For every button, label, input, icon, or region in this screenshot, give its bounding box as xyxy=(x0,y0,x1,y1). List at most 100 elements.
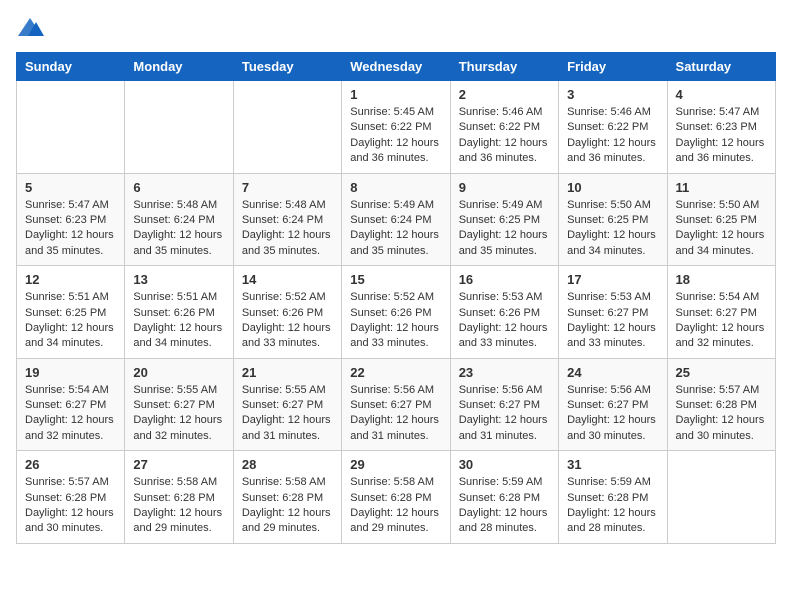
day-number: 22 xyxy=(350,365,441,380)
day-info: Sunrise: 5:51 AMSunset: 6:25 PMDaylight:… xyxy=(25,290,116,352)
day-info: Sunrise: 5:48 AMSunset: 6:24 PMDaylight:… xyxy=(242,198,333,260)
logo-icon xyxy=(16,16,44,40)
day-info: Sunrise: 5:46 AMSunset: 6:22 PMDaylight:… xyxy=(567,105,658,167)
day-number: 9 xyxy=(459,180,550,195)
day-number: 30 xyxy=(459,457,550,472)
day-info: Sunrise: 5:53 AMSunset: 6:26 PMDaylight:… xyxy=(459,290,550,352)
day-number: 6 xyxy=(133,180,224,195)
calendar-cell: 4 Sunrise: 5:47 AMSunset: 6:23 PMDaylight… xyxy=(667,81,775,174)
day-number: 31 xyxy=(567,457,658,472)
week-row-1: 1 Sunrise: 5:45 AMSunset: 6:22 PMDaylight… xyxy=(17,81,776,174)
day-info: Sunrise: 5:58 AMSunset: 6:28 PMDaylight:… xyxy=(133,475,224,537)
day-number: 12 xyxy=(25,272,116,287)
calendar-cell: 9 Sunrise: 5:49 AMSunset: 6:25 PMDaylight… xyxy=(450,173,558,266)
calendar-cell: 7 Sunrise: 5:48 AMSunset: 6:24 PMDaylight… xyxy=(233,173,341,266)
day-info: Sunrise: 5:51 AMSunset: 6:26 PMDaylight:… xyxy=(133,290,224,352)
week-row-5: 26Sunrise: 5:57 AMSunset: 6:28 PMDayligh… xyxy=(17,451,776,544)
day-info: Sunrise: 5:49 AMSunset: 6:25 PMDaylight:… xyxy=(459,198,550,260)
day-info: Sunrise: 5:52 AMSunset: 6:26 PMDaylight:… xyxy=(350,290,441,352)
calendar-cell: 31 Sunrise: 5:59 AMSunset: 6:28 PMDayligh… xyxy=(559,451,667,544)
day-info: Sunrise: 5:47 AMSunset: 6:23 PMDaylight:… xyxy=(25,198,116,260)
day-number: 29 xyxy=(350,457,441,472)
day-info: Sunrise: 5:50 AMSunset: 6:25 PMDaylight:… xyxy=(567,198,658,260)
calendar-cell: 27 Sunrise: 5:58 AMSunset: 6:28 PMDayligh… xyxy=(125,451,233,544)
calendar-cell: 2 Sunrise: 5:46 AMSunset: 6:22 PMDaylight… xyxy=(450,81,558,174)
calendar-cell: 18 Sunrise: 5:54 AMSunset: 6:27 PMDayligh… xyxy=(667,266,775,359)
day-number: 27 xyxy=(133,457,224,472)
day-number: 3 xyxy=(567,87,658,102)
day-info: Sunrise: 5:55 AMSunset: 6:27 PMDaylight:… xyxy=(133,383,224,445)
calendar-cell: 21 Sunrise: 5:55 AMSunset: 6:27 PMDayligh… xyxy=(233,358,341,451)
day-info: Sunrise: 5:54 AMSunset: 6:27 PMDaylight:… xyxy=(676,290,767,352)
day-number: 20 xyxy=(133,365,224,380)
day-number: 15 xyxy=(350,272,441,287)
day-info: Sunrise: 5:54 AMSunset: 6:27 PMDaylight:… xyxy=(25,383,116,445)
day-info: Sunrise: 5:46 AMSunset: 6:22 PMDaylight:… xyxy=(459,105,550,167)
day-info: Sunrise: 5:56 AMSunset: 6:27 PMDaylight:… xyxy=(459,383,550,445)
day-number: 19 xyxy=(25,365,116,380)
weekday-header-friday: Friday xyxy=(559,53,667,81)
week-row-3: 12 Sunrise: 5:51 AMSunset: 6:25 PMDayligh… xyxy=(17,266,776,359)
day-number: 2 xyxy=(459,87,550,102)
weekday-header-saturday: Saturday xyxy=(667,53,775,81)
day-number: 13 xyxy=(133,272,224,287)
day-number: 8 xyxy=(350,180,441,195)
calendar-cell: 25Sunrise: 5:57 AMSunset: 6:28 PMDayligh… xyxy=(667,358,775,451)
day-number: 16 xyxy=(459,272,550,287)
calendar-cell: 29 Sunrise: 5:58 AMSunset: 6:28 PMDayligh… xyxy=(342,451,450,544)
day-info: Sunrise: 5:52 AMSunset: 6:26 PMDaylight:… xyxy=(242,290,333,352)
day-info: Sunrise: 5:45 AMSunset: 6:22 PMDaylight:… xyxy=(350,105,441,167)
logo xyxy=(16,16,48,40)
day-info: Sunrise: 5:57 AMSunset: 6:28 PMDaylight:… xyxy=(676,383,767,445)
day-number: 26 xyxy=(25,457,116,472)
day-number: 7 xyxy=(242,180,333,195)
calendar-cell: 28 Sunrise: 5:58 AMSunset: 6:28 PMDayligh… xyxy=(233,451,341,544)
day-number: 10 xyxy=(567,180,658,195)
day-info: Sunrise: 5:59 AMSunset: 6:28 PMDaylight:… xyxy=(567,475,658,537)
day-number: 21 xyxy=(242,365,333,380)
day-number: 18 xyxy=(676,272,767,287)
day-info: Sunrise: 5:56 AMSunset: 6:27 PMDaylight:… xyxy=(567,383,658,445)
day-info: Sunrise: 5:56 AMSunset: 6:27 PMDaylight:… xyxy=(350,383,441,445)
day-info: Sunrise: 5:58 AMSunset: 6:28 PMDaylight:… xyxy=(350,475,441,537)
day-number: 24 xyxy=(567,365,658,380)
day-number: 23 xyxy=(459,365,550,380)
calendar-cell: 14 Sunrise: 5:52 AMSunset: 6:26 PMDayligh… xyxy=(233,266,341,359)
calendar-cell xyxy=(125,81,233,174)
calendar-cell: 17 Sunrise: 5:53 AMSunset: 6:27 PMDayligh… xyxy=(559,266,667,359)
calendar-cell: 15 Sunrise: 5:52 AMSunset: 6:26 PMDayligh… xyxy=(342,266,450,359)
day-info: Sunrise: 5:53 AMSunset: 6:27 PMDaylight:… xyxy=(567,290,658,352)
week-row-2: 5Sunrise: 5:47 AMSunset: 6:23 PMDaylight… xyxy=(17,173,776,266)
weekday-header-wednesday: Wednesday xyxy=(342,53,450,81)
weekday-header-monday: Monday xyxy=(125,53,233,81)
calendar-table: SundayMondayTuesdayWednesdayThursdayFrid… xyxy=(16,52,776,544)
weekday-header-sunday: Sunday xyxy=(17,53,125,81)
calendar-cell: 19 Sunrise: 5:54 AMSunset: 6:27 PMDayligh… xyxy=(17,358,125,451)
calendar-cell: 20 Sunrise: 5:55 AMSunset: 6:27 PMDayligh… xyxy=(125,358,233,451)
day-info: Sunrise: 5:48 AMSunset: 6:24 PMDaylight:… xyxy=(133,198,224,260)
calendar-cell: 26Sunrise: 5:57 AMSunset: 6:28 PMDayligh… xyxy=(17,451,125,544)
day-number: 4 xyxy=(676,87,767,102)
calendar-cell: 13 Sunrise: 5:51 AMSunset: 6:26 PMDayligh… xyxy=(125,266,233,359)
calendar-cell: 5Sunrise: 5:47 AMSunset: 6:23 PMDaylight… xyxy=(17,173,125,266)
day-number: 14 xyxy=(242,272,333,287)
weekday-header-tuesday: Tuesday xyxy=(233,53,341,81)
day-number: 17 xyxy=(567,272,658,287)
calendar-cell xyxy=(667,451,775,544)
day-info: Sunrise: 5:47 AMSunset: 6:23 PMDaylight:… xyxy=(676,105,767,167)
day-info: Sunrise: 5:50 AMSunset: 6:25 PMDaylight:… xyxy=(676,198,767,260)
day-number: 28 xyxy=(242,457,333,472)
calendar-cell: 30Sunrise: 5:59 AMSunset: 6:28 PMDayligh… xyxy=(450,451,558,544)
calendar-cell xyxy=(233,81,341,174)
day-number: 1 xyxy=(350,87,441,102)
calendar-cell: 8 Sunrise: 5:49 AMSunset: 6:24 PMDaylight… xyxy=(342,173,450,266)
calendar-cell: 22 Sunrise: 5:56 AMSunset: 6:27 PMDayligh… xyxy=(342,358,450,451)
calendar-cell: 10 Sunrise: 5:50 AMSunset: 6:25 PMDayligh… xyxy=(559,173,667,266)
day-info: Sunrise: 5:55 AMSunset: 6:27 PMDaylight:… xyxy=(242,383,333,445)
calendar-cell: 6 Sunrise: 5:48 AMSunset: 6:24 PMDaylight… xyxy=(125,173,233,266)
day-info: Sunrise: 5:58 AMSunset: 6:28 PMDaylight:… xyxy=(242,475,333,537)
day-info: Sunrise: 5:49 AMSunset: 6:24 PMDaylight:… xyxy=(350,198,441,260)
weekday-header-thursday: Thursday xyxy=(450,53,558,81)
calendar-cell: 23 Sunrise: 5:56 AMSunset: 6:27 PMDayligh… xyxy=(450,358,558,451)
week-row-4: 19 Sunrise: 5:54 AMSunset: 6:27 PMDayligh… xyxy=(17,358,776,451)
